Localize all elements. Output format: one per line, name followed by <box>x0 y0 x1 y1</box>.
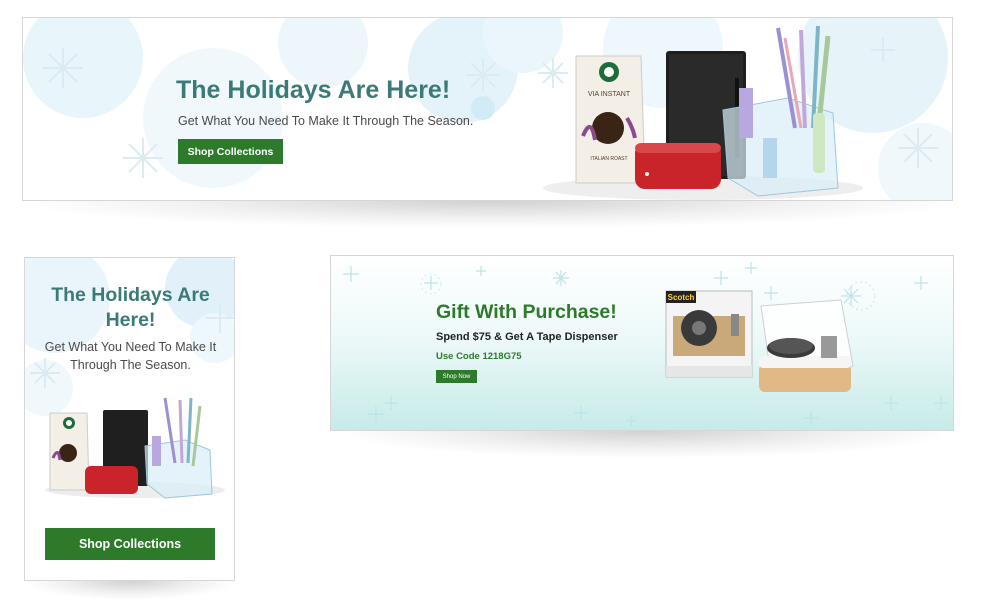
svg-text:Scotch: Scotch <box>668 293 695 302</box>
svg-text:ITALIAN ROAST: ITALIAN ROAST <box>590 156 627 162</box>
battery-pack-icon <box>85 466 138 494</box>
product-group: VIA INSTANT ITALIAN ROAST <box>543 25 863 200</box>
coffee-pouch-icon <box>49 412 90 491</box>
gift-with-purchase-banner[interactable]: Gift With Purchase! Spend $75 & Get A Ta… <box>330 255 954 431</box>
desk-organizer-icon <box>144 397 213 499</box>
tape-dispenser-icon <box>759 299 854 392</box>
battery-pack-icon <box>635 143 721 189</box>
svg-text:VIA INSTANT: VIA INSTANT <box>588 91 631 98</box>
tape-dispenser-icon: Scotch <box>665 290 753 378</box>
product-group: Scotch <box>665 290 854 392</box>
holiday-banner-wide[interactable]: The Holidays Are Here! Get What You Need… <box>22 17 953 201</box>
banner-shadow <box>350 431 940 457</box>
banner-shadow <box>40 201 940 227</box>
shop-collections-button[interactable]: Shop Collections <box>45 528 215 560</box>
holiday-banner-vertical[interactable]: The Holidays Are Here! Get What You Need… <box>24 257 235 581</box>
banner-shadow <box>28 581 232 599</box>
coffee-pouch-icon: VIA INSTANT ITALIAN ROAST <box>575 55 646 184</box>
